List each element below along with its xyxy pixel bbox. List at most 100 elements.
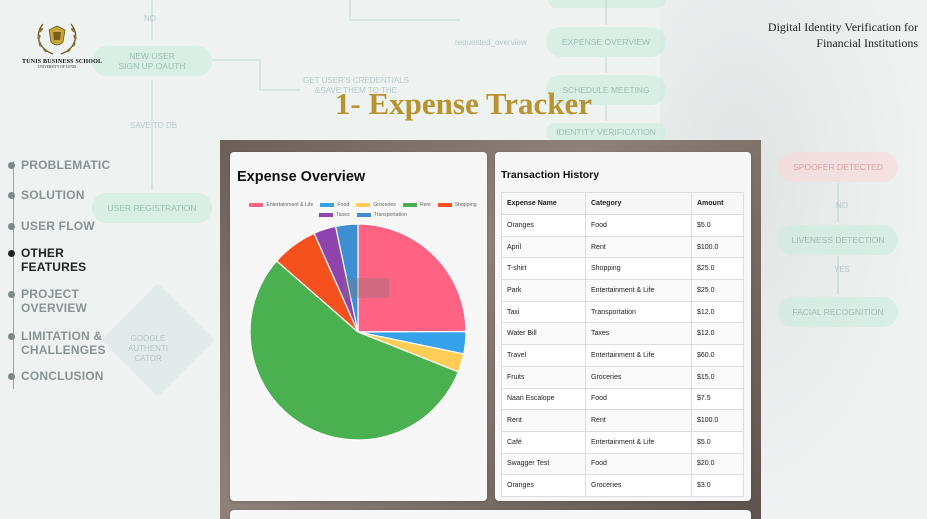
chart-legend: Entertainment & Life Food Groceries Rent Sho… xyxy=(243,202,483,222)
cell-amount: $12.0 xyxy=(691,322,744,346)
chart-legend-row: Entertainment & Life Food Groceries Rent Sho… xyxy=(243,202,483,208)
nav-bullet-icon xyxy=(8,373,15,380)
table-header-row: Expense Name Category Amount xyxy=(501,192,744,215)
cell-category: Food xyxy=(585,387,692,411)
cell-amount: $60.0 xyxy=(691,344,744,367)
flow-label-no: NO xyxy=(144,14,156,23)
legend-label: Transportation xyxy=(373,212,407,218)
nav-bullet-icon xyxy=(8,333,15,340)
nav-item-other-features[interactable]: OTHER FEATURES xyxy=(8,246,86,275)
cell-expense-name: April xyxy=(501,235,586,259)
flowchart-decision-shape xyxy=(101,283,215,397)
column-header-amount[interactable]: Amount xyxy=(691,192,744,215)
cell-category: Entertainment & Life xyxy=(585,279,692,302)
expense-overview-title: Expense Overview xyxy=(237,169,366,185)
cell-category: Rent xyxy=(585,409,692,432)
flow-google-auth: GOOGLE AUTHENTI CATOR xyxy=(128,334,168,363)
table-row: Rent Rent $100.0 xyxy=(501,409,744,432)
column-header-expense-name[interactable]: Expense Name xyxy=(501,192,586,215)
cell-amount: $5.0 xyxy=(691,430,744,454)
nav-item-conclusion[interactable]: CONCLUSION xyxy=(8,369,104,383)
cell-amount: $25.0 xyxy=(691,279,744,302)
legend-swatch xyxy=(249,203,264,207)
school-logo: TUNIS BUSINESS SCHOOL UNIVERSITY OF TUNI… xyxy=(22,18,102,69)
nav-item-problematic[interactable]: PROBLEMATIC xyxy=(8,158,110,172)
legend-label: Food xyxy=(337,202,350,208)
cell-amount: $5.0 xyxy=(691,214,744,237)
cell-expense-name: Oranges xyxy=(501,214,586,237)
legend-item[interactable]: Rent xyxy=(402,202,431,208)
transaction-history-card: Transaction History Expense Name Categor… xyxy=(495,152,751,501)
nav-item-project-overview[interactable]: PROJECT OVERVIEW xyxy=(8,287,87,316)
table-row: Café Entertainment & Life $5.0 xyxy=(501,430,744,454)
cell-category: Shopping xyxy=(585,257,692,281)
cell-amount: $100.0 xyxy=(691,409,744,432)
nav-bullet-icon xyxy=(8,192,15,199)
legend-item[interactable]: Shopping xyxy=(437,202,477,208)
legend-item[interactable]: Taxes xyxy=(319,212,350,218)
cell-expense-name: Café xyxy=(501,430,586,454)
legend-item[interactable]: Transportation xyxy=(356,212,407,218)
flow-facial-recognition: FACIAL RECOGNITION xyxy=(778,297,898,327)
cell-category: Groceries xyxy=(585,365,692,389)
cell-amount: $100.0 xyxy=(691,235,744,259)
nav-bullet-icon xyxy=(8,223,15,230)
cell-expense-name: Swagger Test xyxy=(501,452,586,476)
cell-category: Food xyxy=(585,214,692,237)
app-screenshot-frame: Expense Overview Entertainment & Life Foo… xyxy=(220,140,761,519)
cell-expense-name: Fruits xyxy=(501,365,586,389)
cell-amount: $20.0 xyxy=(691,452,744,476)
logo-university-name: UNIVERSITY OF TUNIS xyxy=(37,65,77,69)
chart-legend-row: Taxes Transportation xyxy=(243,212,483,218)
legend-swatch xyxy=(402,203,417,207)
cell-amount: $12.0 xyxy=(691,300,744,324)
cell-amount: $3.0 xyxy=(691,474,744,497)
nav-item-label: PROJECT OVERVIEW xyxy=(21,287,88,316)
nav-item-label: OTHER FEATURES xyxy=(21,246,87,275)
table-row: Water Bill Taxes $12.0 xyxy=(501,322,744,346)
cell-expense-name: Water Bill xyxy=(501,322,586,346)
nav-bullet-icon xyxy=(8,291,15,298)
legend-swatch xyxy=(319,213,334,217)
table-row: Oranges Food $5.0 xyxy=(501,214,744,237)
nav-item-user-flow[interactable]: USER FLOW xyxy=(8,219,95,233)
legend-swatch xyxy=(437,203,452,207)
legend-label: Taxes xyxy=(336,212,350,218)
project-title-line2: Financial Institutions xyxy=(816,35,918,50)
laurel-crest-icon xyxy=(37,23,77,55)
nav-item-label: PROBLEMATIC xyxy=(21,158,111,172)
table-row: Travel Entertainment & Life $60.0 xyxy=(501,344,744,367)
flow-liveness-detection: LIVENESS DETECTION xyxy=(778,225,898,255)
nav-item-label: LIMITATION & CHALLENGES xyxy=(21,329,106,358)
legend-label: Groceries xyxy=(373,202,396,208)
nav-item-limitation-challenges[interactable]: LIMITATION & CHALLENGES xyxy=(8,329,106,358)
table-row: Oranges Groceries $3.0 xyxy=(501,474,744,497)
flow-identity-verification: IDENTITY VERIFICATION xyxy=(546,123,666,141)
legend-item[interactable]: Entertainment & Life xyxy=(249,202,313,208)
cell-expense-name: T-shirt xyxy=(501,257,586,281)
legend-label: Entertainment & Life xyxy=(266,202,314,208)
transaction-history-title: Transaction History xyxy=(501,169,600,181)
transaction-table: Expense Name Category Amount Oranges Food… xyxy=(501,192,744,497)
legend-item[interactable]: Groceries xyxy=(356,202,396,208)
nav-item-label: USER FLOW xyxy=(21,219,95,233)
cell-category: Food xyxy=(585,452,692,476)
cell-expense-name: Travel xyxy=(501,344,586,367)
slide-title: 1- Expense Tracker xyxy=(334,86,593,121)
cell-expense-name: Park xyxy=(501,279,586,302)
cell-expense-name: Naan Escalope xyxy=(501,387,586,411)
legend-item[interactable]: Food xyxy=(320,202,349,208)
nav-item-label: SOLUTION xyxy=(21,188,85,202)
nav-bullet-icon xyxy=(8,250,15,257)
nav-item-solution[interactable]: SOLUTION xyxy=(8,188,85,202)
nav-bullet-icon xyxy=(8,162,15,169)
column-header-category[interactable]: Category xyxy=(585,192,692,215)
legend-swatch xyxy=(320,203,335,207)
expense-pie-chart[interactable] xyxy=(250,224,470,444)
project-title: Digital Identity Verification for Financ… xyxy=(768,20,918,51)
legend-swatch xyxy=(356,203,371,207)
cell-amount: $15.0 xyxy=(691,365,744,389)
cell-category: Taxes xyxy=(585,322,692,346)
flow-user-registration: USER REGISTRATION xyxy=(92,193,212,223)
project-title-line1: Digital Identity Verification for xyxy=(767,20,918,34)
